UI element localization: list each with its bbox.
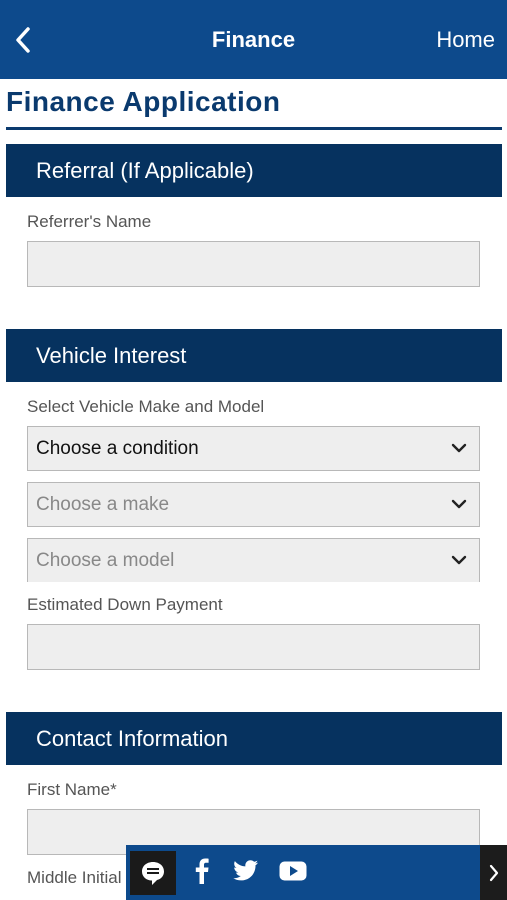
condition-select-value: Choose a condition	[36, 438, 199, 459]
nav-title: Finance	[211, 27, 296, 52]
youtube-icon	[279, 861, 307, 881]
expand-share-button[interactable]	[480, 845, 507, 900]
make-select[interactable]: Choose a make	[27, 482, 480, 527]
twitter-link[interactable]	[232, 857, 260, 885]
condition-select[interactable]: Choose a condition	[27, 426, 480, 471]
model-select[interactable]: Choose a model	[27, 538, 480, 582]
back-button[interactable]	[8, 22, 38, 58]
vehicle-select-label: Select Vehicle Make and Model	[27, 397, 265, 416]
home-link[interactable]: Home	[436, 27, 495, 53]
chat-icon	[142, 862, 164, 885]
down-payment-input[interactable]	[27, 624, 480, 670]
chevron-left-icon	[16, 27, 30, 53]
chevron-down-icon	[451, 443, 467, 453]
make-select-value: Choose a make	[36, 494, 170, 515]
chevron-down-icon	[451, 499, 467, 509]
referrer-name-input[interactable]	[27, 241, 480, 287]
title-divider	[6, 127, 502, 130]
youtube-link[interactable]	[278, 857, 308, 885]
middle-initial-label: Middle Initial	[27, 868, 122, 887]
section-header-referral: Referral (If Applicable)	[6, 144, 502, 197]
twitter-icon	[233, 860, 258, 881]
top-nav-bar: Finance Home	[0, 0, 507, 79]
chevron-down-icon	[451, 555, 467, 565]
chat-button[interactable]	[130, 851, 176, 895]
social-share-bar	[126, 845, 480, 900]
facebook-link[interactable]	[190, 857, 214, 885]
first-name-label: First Name*	[27, 780, 117, 799]
chevron-right-icon	[489, 864, 498, 881]
section-header-contact: Contact Information	[6, 712, 502, 765]
down-payment-label: Estimated Down Payment	[27, 595, 223, 614]
section-header-vehicle: Vehicle Interest	[6, 329, 502, 382]
model-select-value: Choose a model	[36, 550, 175, 571]
page-title: Finance Application	[6, 86, 281, 117]
referrer-name-label: Referrer's Name	[27, 212, 152, 231]
facebook-icon	[195, 858, 209, 884]
